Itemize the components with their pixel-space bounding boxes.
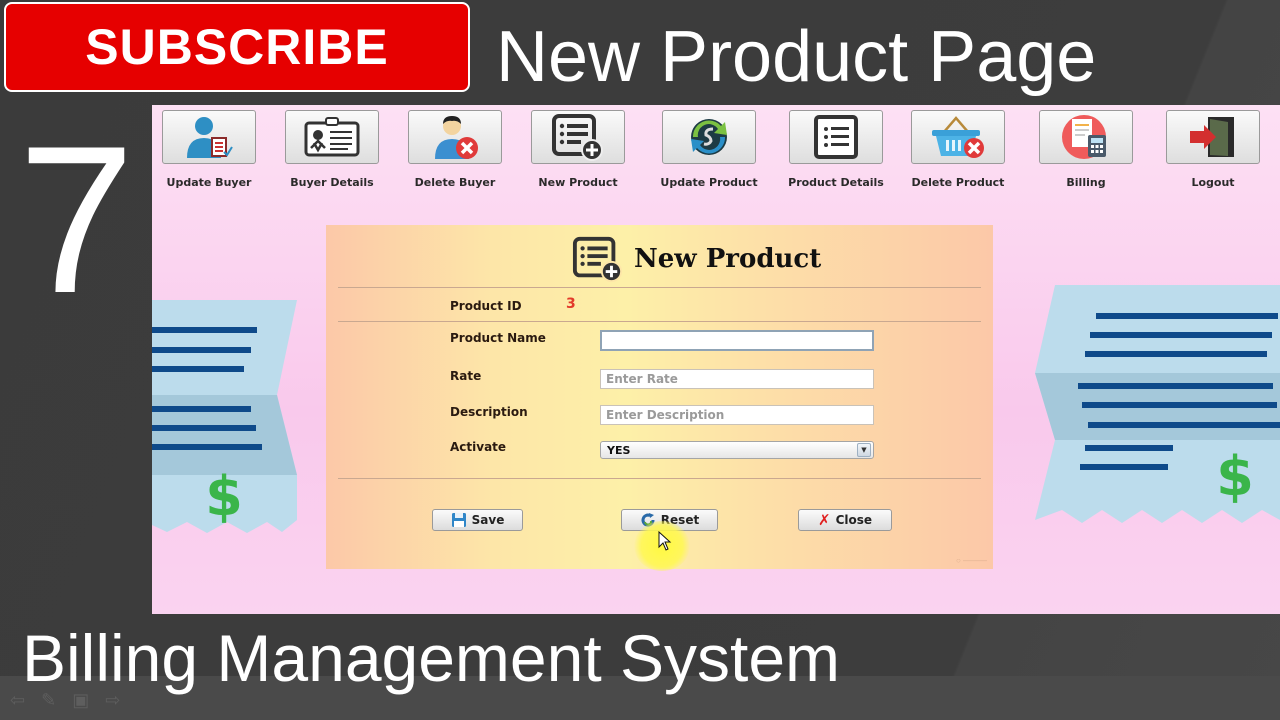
- delete-buyer-label: Delete Buyer: [414, 176, 496, 189]
- slide-controls: ⇦ ✎ ▣ ⇨: [10, 690, 120, 711]
- buyer-details-label: Buyer Details: [290, 176, 374, 189]
- series-title: Billing Management System: [22, 621, 841, 695]
- floppy-disk-icon: [451, 513, 466, 527]
- toolbar-item-update-buyer[interactable]: Update Buyer: [152, 110, 269, 189]
- subscribe-banner[interactable]: SUBSCRIBE: [4, 2, 470, 92]
- panel-header: New Product: [572, 235, 821, 283]
- update-product-label: Update Product: [660, 176, 758, 189]
- update-product-button[interactable]: [662, 110, 756, 164]
- delete-user-icon: [435, 116, 478, 159]
- id-card-icon: [304, 117, 360, 157]
- rate-input[interactable]: [600, 369, 874, 389]
- main-toolbar: Update Buyer Buyer Details Delete Buyer …: [152, 110, 1280, 200]
- delete-product-label: Delete Product: [911, 176, 1005, 189]
- receipt-illustration-right: $: [1035, 285, 1280, 523]
- divider: [338, 321, 981, 322]
- billing-label: Billing: [1066, 176, 1106, 189]
- panel-title: New Product: [634, 244, 822, 274]
- description-label: Description: [450, 405, 528, 419]
- update-buyer-icon: [187, 117, 233, 158]
- slides-menu-icon[interactable]: ▣: [72, 690, 89, 711]
- watermark: ○ ———: [955, 556, 987, 565]
- previous-arrow-icon[interactable]: ⇦: [10, 690, 25, 711]
- product-details-button[interactable]: [789, 110, 883, 164]
- video-page-title: New Product Page: [496, 17, 1097, 97]
- episode-number: 7: [18, 102, 135, 337]
- billing-button[interactable]: [1039, 110, 1133, 164]
- toolbar-item-delete-product[interactable]: Delete Product: [898, 110, 1018, 189]
- toolbar-item-buyer-details[interactable]: Buyer Details: [272, 110, 392, 189]
- receipt-illustration-left: $: [152, 300, 297, 533]
- list-add-icon: [572, 236, 623, 283]
- toolbar-item-update-product[interactable]: Update Product: [649, 110, 769, 189]
- update-buyer-label: Update Buyer: [166, 176, 252, 189]
- product-id-label: Product ID: [450, 299, 522, 313]
- toolbar-item-billing[interactable]: Billing: [1026, 110, 1146, 189]
- list-add-icon: [552, 114, 603, 161]
- chevron-down-icon[interactable]: ▼: [857, 443, 871, 457]
- description-input[interactable]: [600, 405, 874, 425]
- logout-button[interactable]: [1166, 110, 1260, 164]
- update-buyer-button[interactable]: [162, 110, 256, 164]
- basket-delete-icon: [932, 116, 984, 158]
- close-button[interactable]: ✗ Close: [798, 509, 892, 531]
- divider: [338, 478, 981, 479]
- product-name-label: Product Name: [450, 331, 546, 345]
- list-icon: [814, 115, 858, 159]
- save-button[interactable]: Save: [432, 509, 523, 531]
- rate-label: Rate: [450, 369, 482, 383]
- billing-calculator-icon: [1062, 115, 1106, 159]
- toolbar-item-logout[interactable]: Logout: [1153, 110, 1273, 189]
- product-details-label: Product Details: [788, 176, 884, 189]
- delete-buyer-button[interactable]: [408, 110, 502, 164]
- new-product-label: New Product: [538, 176, 618, 189]
- activate-selected-value: YES: [607, 443, 631, 457]
- sync-icon: [691, 119, 727, 155]
- buyer-details-button[interactable]: [285, 110, 379, 164]
- delete-product-button[interactable]: [911, 110, 1005, 164]
- mouse-cursor-icon: [658, 531, 672, 551]
- dollar-icon: $: [205, 465, 243, 528]
- dollar-icon: $: [1216, 445, 1254, 508]
- product-name-input[interactable]: [600, 330, 874, 351]
- toolbar-item-delete-buyer[interactable]: Delete Buyer: [395, 110, 515, 189]
- save-button-label: Save: [471, 513, 505, 527]
- close-x-icon: ✗: [817, 511, 831, 529]
- pen-icon[interactable]: ✎: [41, 690, 56, 711]
- toolbar-item-new-product[interactable]: New Product: [518, 110, 638, 189]
- divider: [338, 287, 981, 288]
- toolbar-item-product-details[interactable]: Product Details: [776, 110, 896, 189]
- next-arrow-icon[interactable]: ⇨: [105, 690, 120, 711]
- activate-label: Activate: [450, 440, 507, 454]
- new-product-button[interactable]: [531, 110, 625, 164]
- product-id-value: 3: [566, 296, 576, 312]
- new-product-panel: New Product Product ID 3 Product Name Ra…: [326, 225, 993, 571]
- app-window: Update Buyer Buyer Details Delete Buyer …: [152, 105, 1280, 614]
- activate-select[interactable]: YES ▼: [600, 441, 874, 459]
- logout-label: Logout: [1191, 176, 1235, 189]
- close-button-label: Close: [835, 513, 873, 527]
- logout-door-icon: [1190, 117, 1234, 157]
